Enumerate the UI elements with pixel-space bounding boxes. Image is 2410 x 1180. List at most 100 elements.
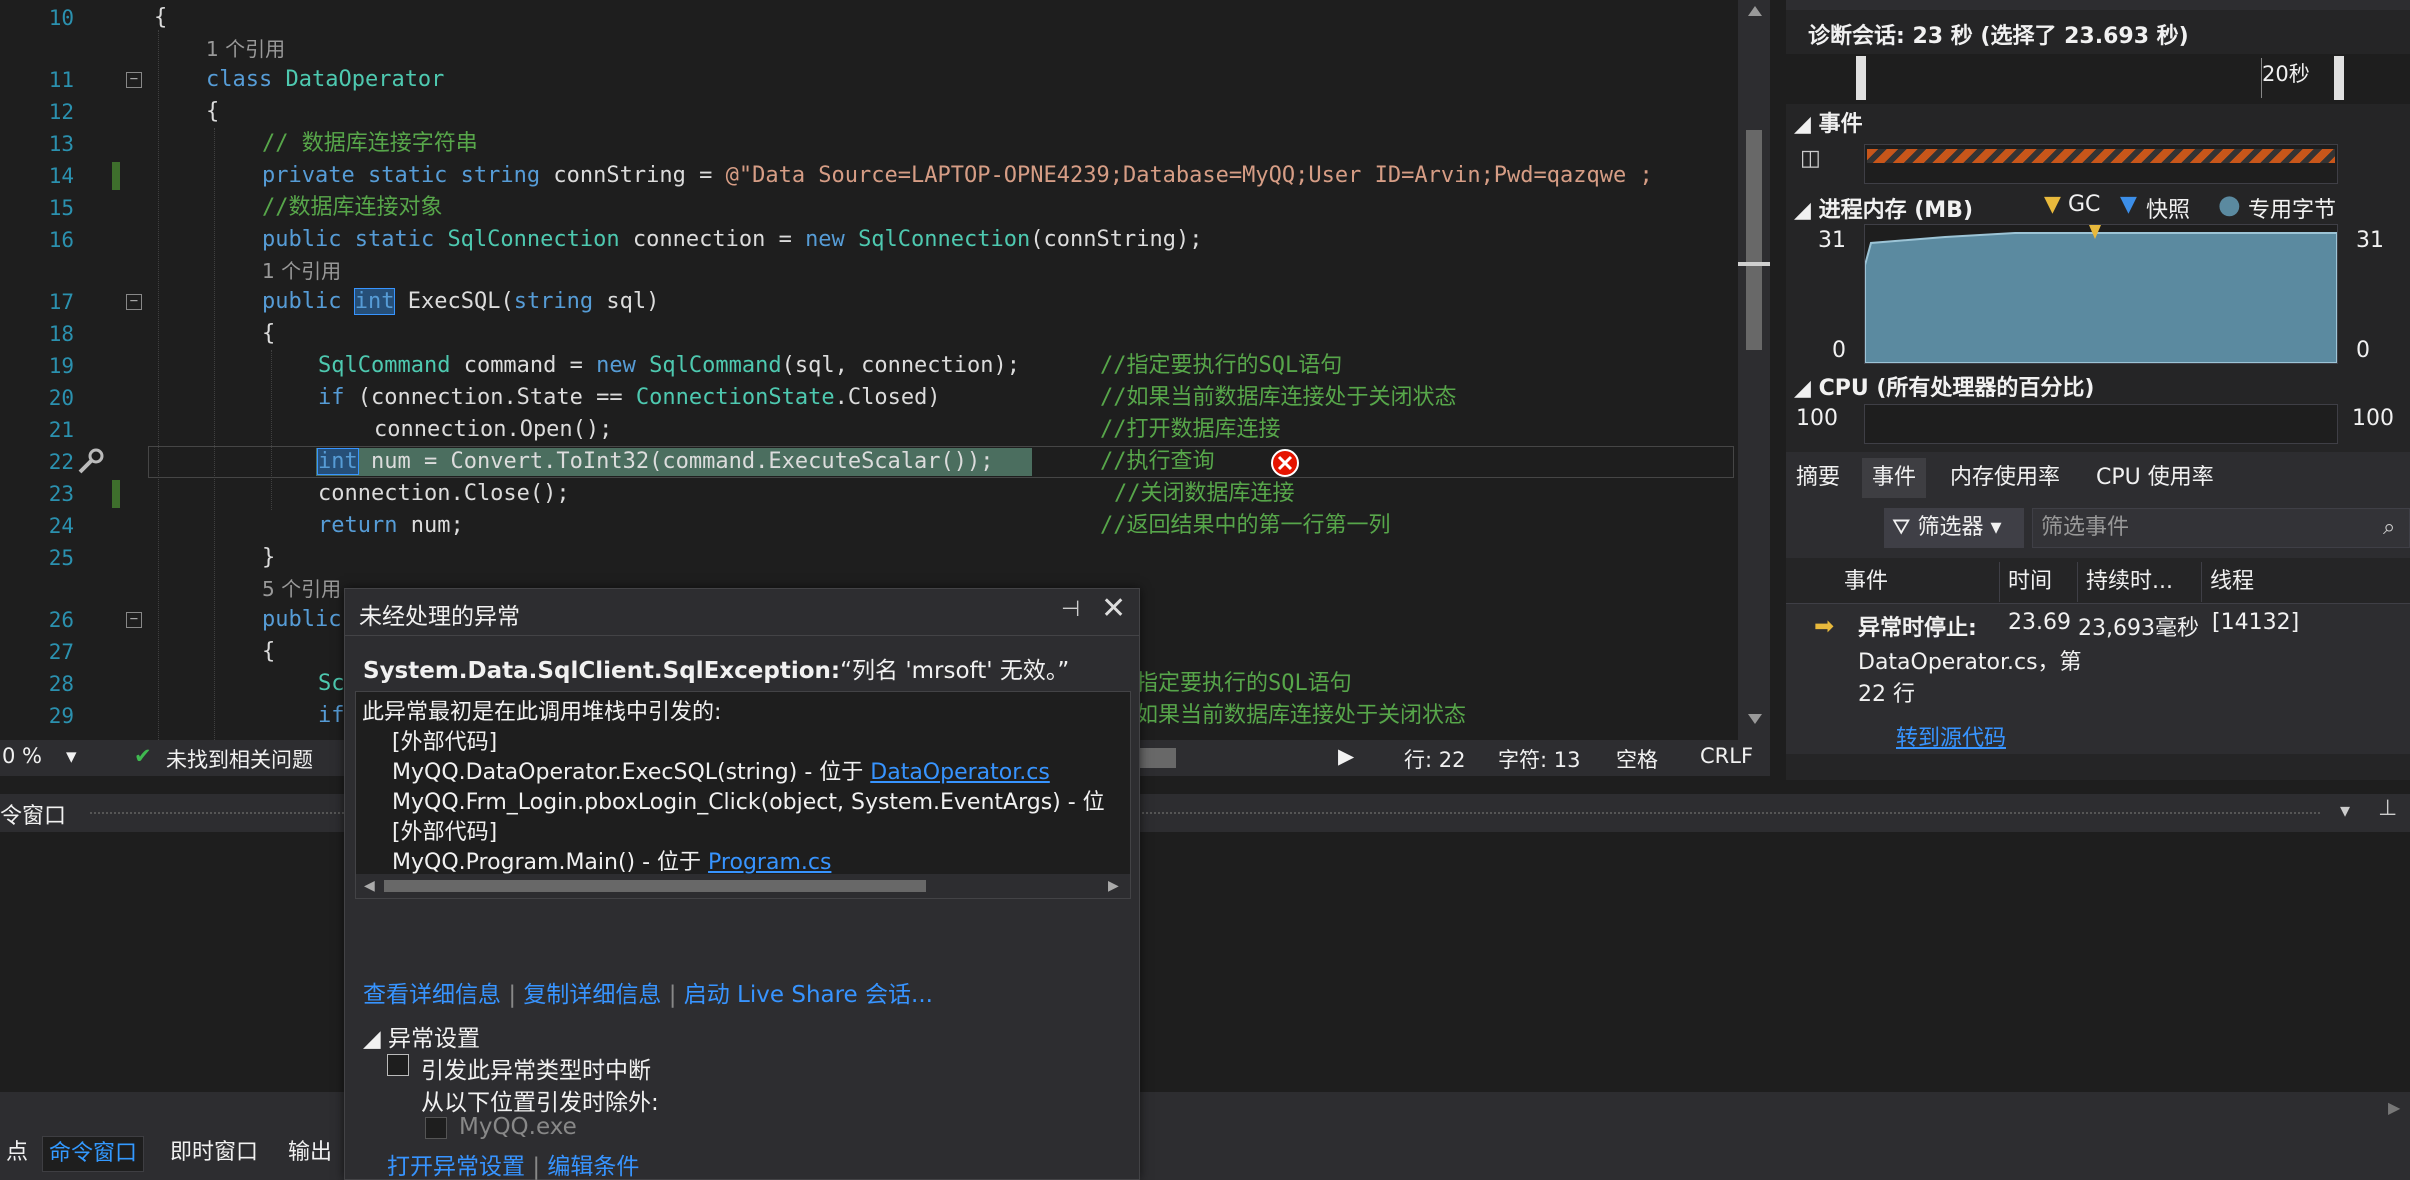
tab-command-window[interactable]: 命令窗口 — [42, 1136, 145, 1172]
reference-count[interactable]: 1 个引用 — [206, 34, 285, 64]
event-duration: 23,693毫秒 — [2078, 616, 2198, 641]
tab-cpu-usage[interactable]: CPU 使用率 — [2086, 458, 2224, 498]
event-detail: DataOperator.cs，第 — [1858, 650, 2082, 675]
line-number: 27 — [48, 640, 74, 664]
line-number: 14 — [48, 164, 74, 188]
error-icon[interactable] — [1270, 448, 1300, 478]
gc-marker[interactable] — [2089, 225, 2101, 239]
tab-events[interactable]: 事件 — [1862, 458, 1927, 498]
indent-guide — [158, 30, 159, 740]
edit-conditions-link[interactable]: 编辑条件 — [547, 1154, 639, 1180]
stack-source-link[interactable]: DataOperator.cs — [870, 760, 1050, 785]
filter-dropdown[interactable]: ⛛ 筛选器 ▾ — [1884, 508, 2024, 548]
close-icon[interactable]: ✕ — [1101, 591, 1126, 626]
legend-snapshot: 快照 — [2146, 198, 2191, 223]
open-exception-settings-link[interactable]: 打开异常设置 — [387, 1154, 525, 1180]
reference-count[interactable]: 5 个引用 — [262, 574, 341, 604]
issues-status[interactable]: 未找到相关问题 — [166, 744, 313, 774]
events-track[interactable] — [1864, 144, 2338, 184]
liveshare-link[interactable]: 启动 Live Share 会话... — [684, 982, 933, 1008]
cpu-graph[interactable] — [1864, 404, 2338, 444]
line-number: 23 — [48, 482, 74, 506]
memory-axis-max: 31 — [1818, 228, 1846, 253]
tab-breakpoints[interactable]: 点 — [0, 1136, 34, 1172]
exception-title: 未经处理的异常 — [359, 604, 520, 630]
table-row[interactable]: ➡ 异常时停止: DataOperator.cs，第 22 行 23.69 23… — [1786, 604, 2410, 754]
fold-toggle-icon[interactable]: − — [126, 612, 142, 628]
exception-settings-header[interactable]: ◢ 异常设置 — [363, 1019, 480, 1053]
indent-guide — [271, 350, 272, 510]
tab-memory-usage[interactable]: 内存使用率 — [1940, 458, 2070, 498]
diagnostic-tools-panel: 诊断会话: 23 秒 (选择了 23.693 秒) 20秒 ◢ 事件 ◫ ◢ 进… — [1786, 0, 2410, 780]
exception-helper-popup[interactable]: 未经处理的异常 ⊣ ✕ System.Data.SqlClient.SqlExc… — [344, 588, 1140, 1180]
fold-toggle-icon[interactable]: − — [126, 72, 142, 88]
reference-count[interactable]: 1 个引用 — [262, 256, 341, 286]
events-section-header[interactable]: ◢ 事件 — [1794, 106, 1863, 138]
filter-placeholder: 筛选事件 — [2041, 515, 2130, 540]
memory-graph[interactable] — [1864, 224, 2338, 364]
break-events-icon[interactable]: ◫ — [1800, 146, 1826, 176]
pin-icon[interactable]: ⊥ — [2378, 796, 2397, 821]
tab-immediate-window[interactable]: 即时窗口 — [164, 1136, 264, 1172]
search-icon[interactable]: ⌕ — [2383, 509, 2395, 547]
caret-position-marker — [1738, 262, 1770, 266]
scroll-right-icon[interactable]: ▶ — [1108, 878, 1119, 894]
tab-summary[interactable]: 摘要 — [1786, 458, 1850, 498]
code-line: { — [262, 321, 276, 346]
copy-details-link[interactable]: 复制详细信息 — [523, 982, 661, 1008]
editor-vertical-scrollbar[interactable] — [1738, 0, 1770, 740]
scroll-thumb[interactable] — [384, 880, 926, 892]
break-on-exception-checkbox[interactable] — [387, 1054, 409, 1076]
code-line: { — [154, 5, 168, 30]
module-checkbox[interactable] — [425, 1117, 447, 1139]
line-number: 11 — [48, 68, 74, 92]
link-separator: | — [532, 1154, 541, 1180]
chevron-down-icon[interactable]: ▾ — [2340, 798, 2350, 822]
link-separator: | — [508, 982, 517, 1008]
scroll-up-icon[interactable] — [1748, 6, 1762, 16]
timeline-ruler[interactable]: 20秒 — [1786, 54, 2410, 104]
filter-label: 筛选器 — [1917, 515, 1984, 540]
quick-action-wrench-icon[interactable] — [76, 446, 106, 476]
whitespace-indicator[interactable]: 空格 — [1616, 744, 1658, 774]
line-indicator[interactable]: 行: 22 — [1404, 744, 1465, 774]
break-arrow-icon: ➡ — [1814, 612, 1835, 640]
char-indicator[interactable]: 字符: 13 — [1498, 744, 1580, 774]
view-details-link[interactable]: 查看详细信息 — [363, 982, 501, 1008]
chevron-down-icon[interactable]: ▾ — [66, 744, 77, 768]
memory-section-header[interactable]: ◢ 进程内存 (MB) — [1794, 192, 1973, 224]
stack-source-link[interactable]: Program.cs — [708, 850, 831, 875]
line-number: 17 — [48, 290, 74, 314]
tab-output[interactable]: 输出 — [282, 1136, 338, 1172]
code-line: SqlCommand command = new SqlCommand(sql,… — [318, 353, 1021, 378]
column-thread[interactable]: 线程 — [2202, 562, 2302, 602]
column-event[interactable]: 事件 — [1836, 562, 2000, 602]
goto-source-link[interactable]: 转到源代码 — [1896, 720, 2006, 752]
line-number: 16 — [48, 228, 74, 252]
filter-events-input[interactable]: 筛选事件 ⌕ — [2032, 508, 2410, 548]
scroll-right-icon[interactable]: ▶ — [1338, 744, 1354, 768]
line-ending-indicator[interactable]: CRLF — [1700, 744, 1753, 768]
stack-horizontal-scrollbar[interactable]: ◀ ▶ — [356, 874, 1130, 898]
events-bar[interactable] — [1867, 149, 2335, 163]
column-time[interactable]: 时间 — [2000, 562, 2078, 602]
scroll-down-icon[interactable] — [1748, 714, 1762, 724]
pin-icon[interactable]: ⊣ — [1061, 597, 1080, 622]
selection-end-handle[interactable] — [2334, 56, 2344, 100]
scroll-right-icon[interactable]: ▶ — [2388, 1098, 2400, 1117]
horizontal-scroll-thumb[interactable] — [1140, 748, 1176, 768]
cpu-axis-max: 100 — [1796, 406, 1838, 431]
stack-frame: MyQQ.Frm_Login.pboxLogin_Click(object, S… — [392, 790, 1105, 815]
cpu-section-header[interactable]: ◢ CPU (所有处理器的百分比) — [1794, 370, 2094, 402]
scroll-left-icon[interactable]: ◀ — [364, 878, 375, 894]
selection-start-handle[interactable] — [1856, 56, 1866, 100]
except-from-label: 从以下位置引发时除外: — [421, 1090, 659, 1116]
scroll-thumb[interactable] — [1746, 130, 1762, 350]
stack-frame: [外部代码] — [392, 730, 498, 755]
call-stack-box[interactable]: 此异常最初是在此调用堆栈中引发的: [外部代码] MyQQ.DataOperat… — [355, 691, 1131, 899]
zoom-level[interactable]: 0 % — [2, 744, 42, 768]
fold-toggle-icon[interactable]: − — [126, 294, 142, 310]
column-duration[interactable]: 持续时... — [2078, 562, 2202, 602]
line-number: 25 — [48, 546, 74, 570]
code-line: } — [262, 545, 276, 570]
